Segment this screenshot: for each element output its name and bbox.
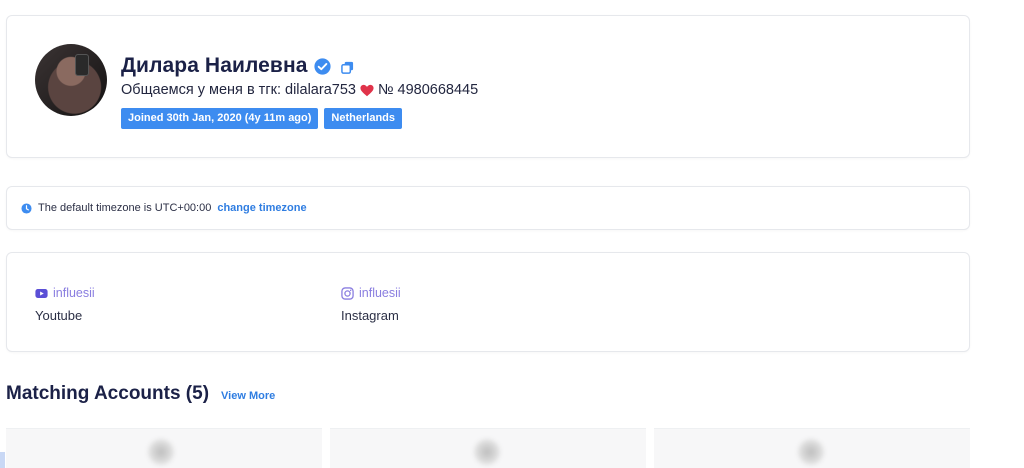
verified-check-icon <box>313 57 331 75</box>
timezone-row: The default timezone is UTC+00:00 change… <box>21 202 307 214</box>
change-timezone-link[interactable]: change timezone <box>217 202 306 214</box>
profile-name: Дилара Наилевна <box>121 54 308 77</box>
matching-accounts-title: Matching Accounts (5) <box>6 383 210 404</box>
matching-account-tile[interactable] <box>654 428 970 468</box>
matching-account-tile[interactable] <box>330 428 646 468</box>
social-instagram: influesii Instagram <box>341 286 401 323</box>
youtube-handle: influesii <box>53 286 95 300</box>
country-badge: Netherlands <box>324 108 402 129</box>
bio-text: Общаемся у меня в тгк: dilalara753 <box>121 82 356 98</box>
profile-badges: Joined 30th Jan, 2020 (4y 11m ago) Nethe… <box>121 108 402 129</box>
avatar[interactable] <box>35 44 107 116</box>
youtube-handle-link[interactable]: influesii <box>35 286 95 300</box>
youtube-icon <box>35 288 48 298</box>
profile-bio: Общаемся у меня в тгк: dilalara753 № 498… <box>121 82 478 98</box>
social-accounts-card: influesii Youtube influesii Instagram <box>6 252 970 352</box>
instagram-handle-link[interactable]: influesii <box>341 286 401 300</box>
profile-card: Дилара Наилевна Общаемся у меня в тгк: d… <box>6 15 970 158</box>
avatar <box>798 439 824 465</box>
matching-account-tile[interactable] <box>6 428 322 468</box>
profile-name-row: Дилара Наилевна <box>121 54 354 78</box>
joined-badge: Joined 30th Jan, 2020 (4y 11m ago) <box>121 108 319 129</box>
instagram-icon <box>341 286 354 300</box>
avatar <box>148 439 174 465</box>
view-more-link[interactable]: View More <box>221 390 275 402</box>
red-heart-icon <box>360 84 374 96</box>
scroll-indicator <box>0 452 5 468</box>
social-youtube: influesii Youtube <box>35 286 95 323</box>
timezone-card: The default timezone is UTC+00:00 change… <box>6 186 970 230</box>
instagram-platform-label: Instagram <box>341 308 399 323</box>
timezone-text: The default timezone is UTC+00:00 <box>38 202 212 214</box>
youtube-platform-label: Youtube <box>35 308 83 323</box>
clock-icon <box>21 202 32 214</box>
bio-suffix: № 4980668445 <box>377 82 479 98</box>
avatar <box>474 439 500 465</box>
copy-icon[interactable] <box>340 61 354 74</box>
matching-accounts-header: Matching Accounts (5) View More <box>6 383 275 405</box>
instagram-handle: influesii <box>359 286 401 300</box>
